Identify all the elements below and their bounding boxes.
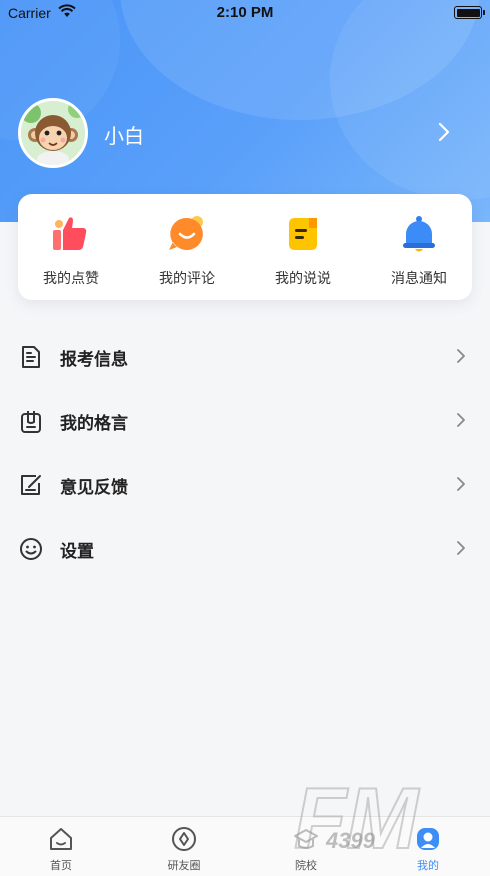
home-icon [47,825,75,853]
status-bar: Carrier 2:10 PM [0,0,490,26]
menu-item-label: 意见反馈 [60,478,128,498]
edit-icon [18,472,44,498]
quick-action-posts[interactable]: 我的说说 [248,212,358,292]
profile-icon [414,825,442,853]
smiley-icon [18,536,44,562]
settings-menu: 报考信息 我的格言 意见反馈 设置 [0,326,490,582]
chevron-right-icon [456,476,466,496]
note-icon [281,212,325,256]
tab-schools[interactable]: 院校 [266,825,346,873]
tab-bar: 首页 研友圈 院校 我的 [0,816,490,876]
tab-label: 院校 [295,859,317,872]
battery-icon [454,6,485,19]
tab-study-circle[interactable]: 研友圈 [144,825,224,873]
quick-action-label: 消息通知 [391,271,447,287]
document-icon [18,344,44,370]
chevron-right-icon [456,540,466,560]
menu-item-motto[interactable]: 我的格言 [0,390,490,454]
circle-icon [170,825,198,853]
tab-label: 研友圈 [167,859,201,872]
clock: 2:10 PM [216,4,274,21]
bell-icon [397,212,441,256]
tab-home[interactable]: 首页 [21,825,101,873]
menu-item-label: 我的格言 [60,414,128,434]
chevron-right-icon [456,348,466,368]
menu-item-exam-info[interactable]: 报考信息 [0,326,490,390]
quick-action-label: 我的说说 [275,271,331,287]
menu-item-feedback[interactable]: 意见反馈 [0,454,490,518]
quick-action-likes[interactable]: 我的点赞 [16,212,126,292]
clipboard-icon [18,408,44,434]
profile-row[interactable]: 小白 [18,98,474,170]
avatar[interactable] [18,98,88,168]
chevron-right-icon[interactable] [438,122,450,146]
quick-action-notifications[interactable]: 消息通知 [364,212,474,292]
comment-bubble-icon [165,212,209,256]
quick-action-label: 我的评论 [159,271,215,287]
tab-profile[interactable]: 我的 [388,825,468,873]
menu-item-settings[interactable]: 设置 [0,518,490,582]
menu-item-label: 报考信息 [60,350,128,370]
quick-actions-card: 我的点赞 我的评论 我的说说 消息通知 [18,194,472,300]
quick-action-label: 我的点赞 [43,271,99,287]
chevron-right-icon [456,412,466,432]
tab-label: 我的 [417,859,439,872]
thumbs-up-icon [49,212,93,256]
quick-action-comments[interactable]: 我的评论 [132,212,242,292]
username: 小白 [104,124,144,148]
tab-label: 首页 [50,859,72,872]
school-icon [292,825,320,853]
monkey-avatar-icon [21,101,85,165]
menu-item-label: 设置 [60,542,94,562]
